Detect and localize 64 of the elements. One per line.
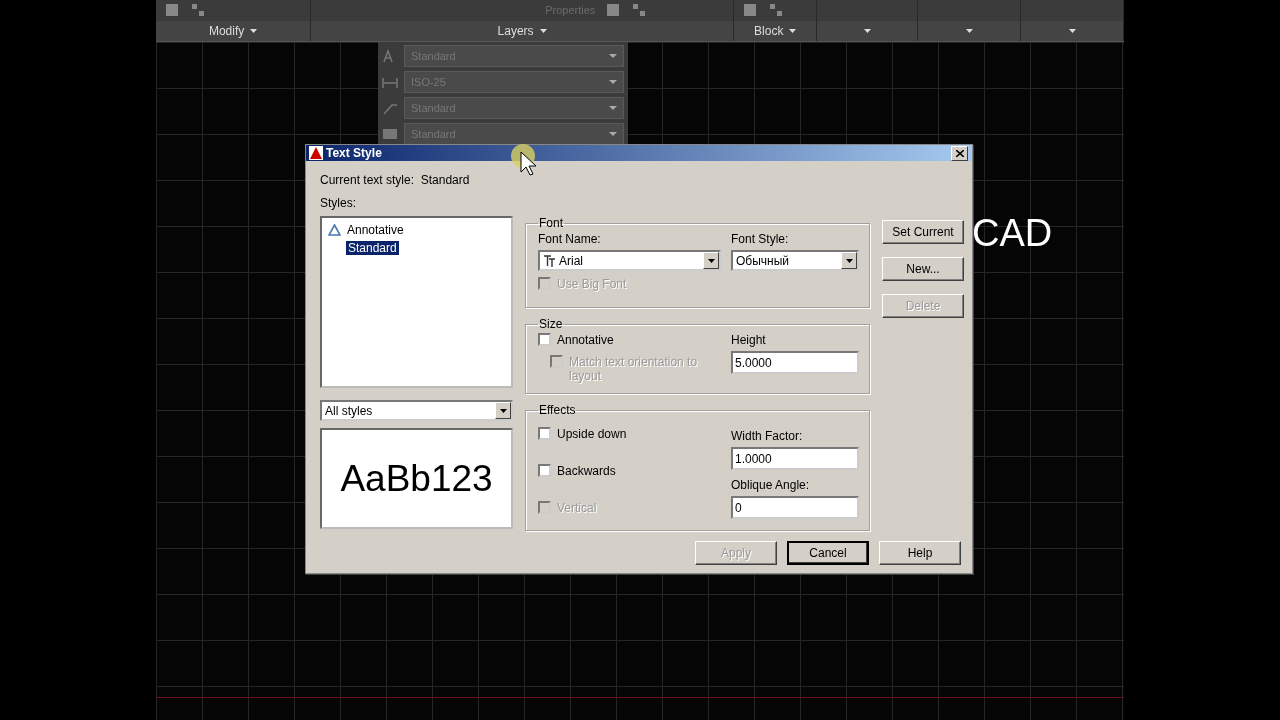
checkbox[interactable]	[538, 427, 551, 440]
panel-label: Modify	[208, 24, 245, 38]
caret-icon	[250, 29, 258, 33]
group-title: Size	[538, 317, 564, 331]
oblique-angle-field[interactable]: 0	[731, 496, 859, 519]
tool-icon[interactable]	[742, 3, 759, 17]
font-style-dropdown[interactable]: Обычный	[731, 250, 859, 271]
field-label: Font Style:	[731, 232, 790, 246]
panel-label: Layers	[497, 24, 534, 38]
close-icon	[955, 149, 964, 157]
styles-list[interactable]: Annotative Standard	[320, 216, 513, 388]
dimension-icon	[382, 75, 398, 89]
checkbox-label: Annotative	[557, 333, 614, 347]
field-label: Oblique Angle:	[731, 478, 811, 492]
tool-icon[interactable]	[164, 3, 180, 17]
checkbox-label: Backwards	[557, 464, 616, 478]
styles-label: Styles:	[320, 196, 357, 210]
style-item[interactable]: Annotative	[345, 223, 406, 237]
group-title: Effects	[538, 403, 577, 417]
caret-icon	[609, 132, 617, 136]
panel-tab[interactable]: Layers	[311, 21, 734, 41]
panel-tab[interactable]: Block	[734, 21, 817, 41]
width-factor-field[interactable]: 1.0000	[731, 447, 859, 470]
app-logo-icon	[309, 146, 323, 160]
leader-icon	[382, 101, 398, 115]
panel-label: Block	[754, 24, 784, 38]
dialog-button[interactable]: Help	[879, 541, 961, 565]
preview-text: AaBb123	[320, 428, 513, 529]
height-field[interactable]: 5.0000	[731, 351, 859, 374]
dialog-button[interactable]: Set Current	[882, 220, 964, 244]
dialog-button[interactable]: New...	[882, 257, 964, 281]
caret-icon	[789, 29, 797, 33]
caret-icon	[539, 29, 547, 33]
window-title: Text Style	[326, 146, 383, 160]
tool-icon[interactable]	[631, 3, 648, 17]
caret-icon	[965, 29, 973, 33]
panel-tab[interactable]: Modify	[156, 21, 311, 41]
close-button[interactable]	[951, 145, 968, 161]
checkbox-label: Vertical	[557, 501, 597, 515]
current-style-text: Current text style: Standard	[320, 173, 471, 187]
canvas-text: CAD	[972, 212, 1053, 255]
field-label: Height	[731, 333, 767, 347]
font-name-dropdown[interactable]: Arial	[538, 250, 721, 271]
caret-icon	[609, 80, 617, 84]
checkbox-label: Upside down	[557, 427, 627, 441]
field-label: Width Factor:	[731, 429, 804, 443]
drawing-canvas[interactable]	[156, 42, 1124, 720]
checkbox[interactable]	[538, 333, 551, 346]
caret-icon	[609, 106, 617, 110]
checkbox[interactable]	[538, 464, 551, 477]
tool-icon[interactable]	[768, 3, 785, 17]
tool-icon[interactable]	[605, 3, 622, 17]
truetype-icon	[543, 254, 556, 267]
caret-icon	[863, 29, 871, 33]
checkbox-label: Match text orientation to layout	[569, 355, 698, 383]
group-title: Font	[538, 216, 564, 230]
field-label: Font Name:	[538, 232, 602, 246]
styles-filter-dropdown[interactable]: All styles	[320, 400, 513, 421]
caret-icon	[1068, 29, 1076, 33]
caret-icon	[609, 54, 617, 58]
tool-icon[interactable]	[190, 3, 206, 17]
checkbox-label: Use Big Font	[557, 277, 627, 291]
style-item[interactable]: Standard	[346, 241, 399, 255]
dialog-button[interactable]: Cancel	[787, 541, 869, 565]
